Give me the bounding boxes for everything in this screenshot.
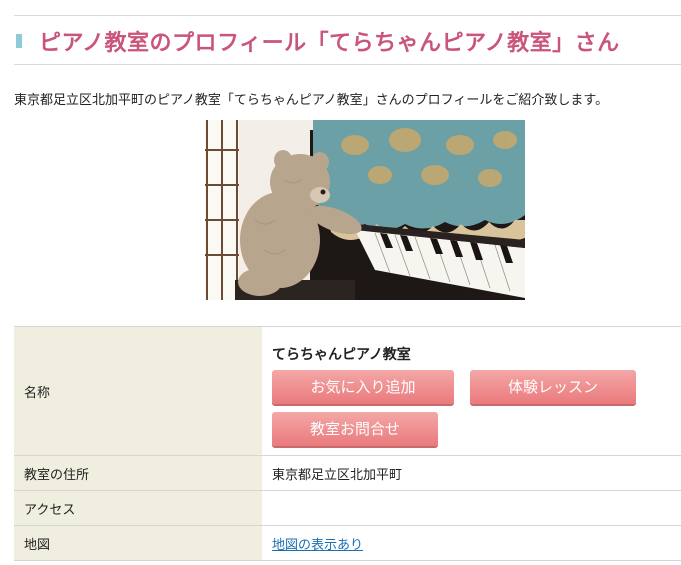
page-title: ピアノ教室のプロフィール「てらちゃんピアノ教室」さん bbox=[39, 31, 620, 56]
table-row: アクセス bbox=[14, 490, 681, 526]
table-row: 教室の住所 東京都足立区北加平町 bbox=[14, 455, 681, 491]
access-value bbox=[262, 490, 681, 526]
profile-table: 名称 てらちゃんピアノ教室 お気に入り追加 体験レッスン 教室お問合せ 教室の住… bbox=[14, 326, 681, 561]
map-label: 地図 bbox=[14, 525, 262, 561]
map-link[interactable]: 地図の表示あり bbox=[272, 538, 363, 553]
table-row: 名称 てらちゃんピアノ教室 お気に入り追加 体験レッスン 教室お問合せ bbox=[14, 326, 681, 456]
map-cell: 地図の表示あり bbox=[262, 525, 681, 561]
name-cell: てらちゃんピアノ教室 お気に入り追加 体験レッスン 教室お問合せ bbox=[262, 326, 681, 456]
add-favorite-button[interactable]: お気に入り追加 bbox=[272, 370, 454, 404]
address-value: 東京都足立区北加平町 bbox=[262, 455, 681, 491]
title-bar: ピアノ教室のプロフィール「てらちゃんピアノ教室」さん bbox=[14, 15, 681, 65]
name-label: 名称 bbox=[14, 326, 262, 456]
intro-text: 東京都足立区北加平町のピアノ教室「てらちゃんピアノ教室」さんのプロフィールをご紹… bbox=[14, 93, 609, 108]
address-label: 教室の住所 bbox=[14, 455, 262, 491]
access-label: アクセス bbox=[14, 490, 262, 526]
profile-photo bbox=[205, 120, 525, 300]
inquiry-button[interactable]: 教室お問合せ bbox=[272, 412, 438, 446]
title-accent-mark bbox=[16, 34, 22, 48]
action-buttons: お気に入り追加 体験レッスン 教室お問合せ bbox=[272, 370, 662, 446]
page: ピアノ教室のプロフィール「てらちゃんピアノ教室」さん 東京都足立区北加平町のピア… bbox=[0, 0, 681, 565]
school-name: てらちゃんピアノ教室 bbox=[272, 347, 411, 363]
trial-lesson-button[interactable]: 体験レッスン bbox=[470, 370, 636, 404]
table-row: 地図 地図の表示あり bbox=[14, 525, 681, 561]
